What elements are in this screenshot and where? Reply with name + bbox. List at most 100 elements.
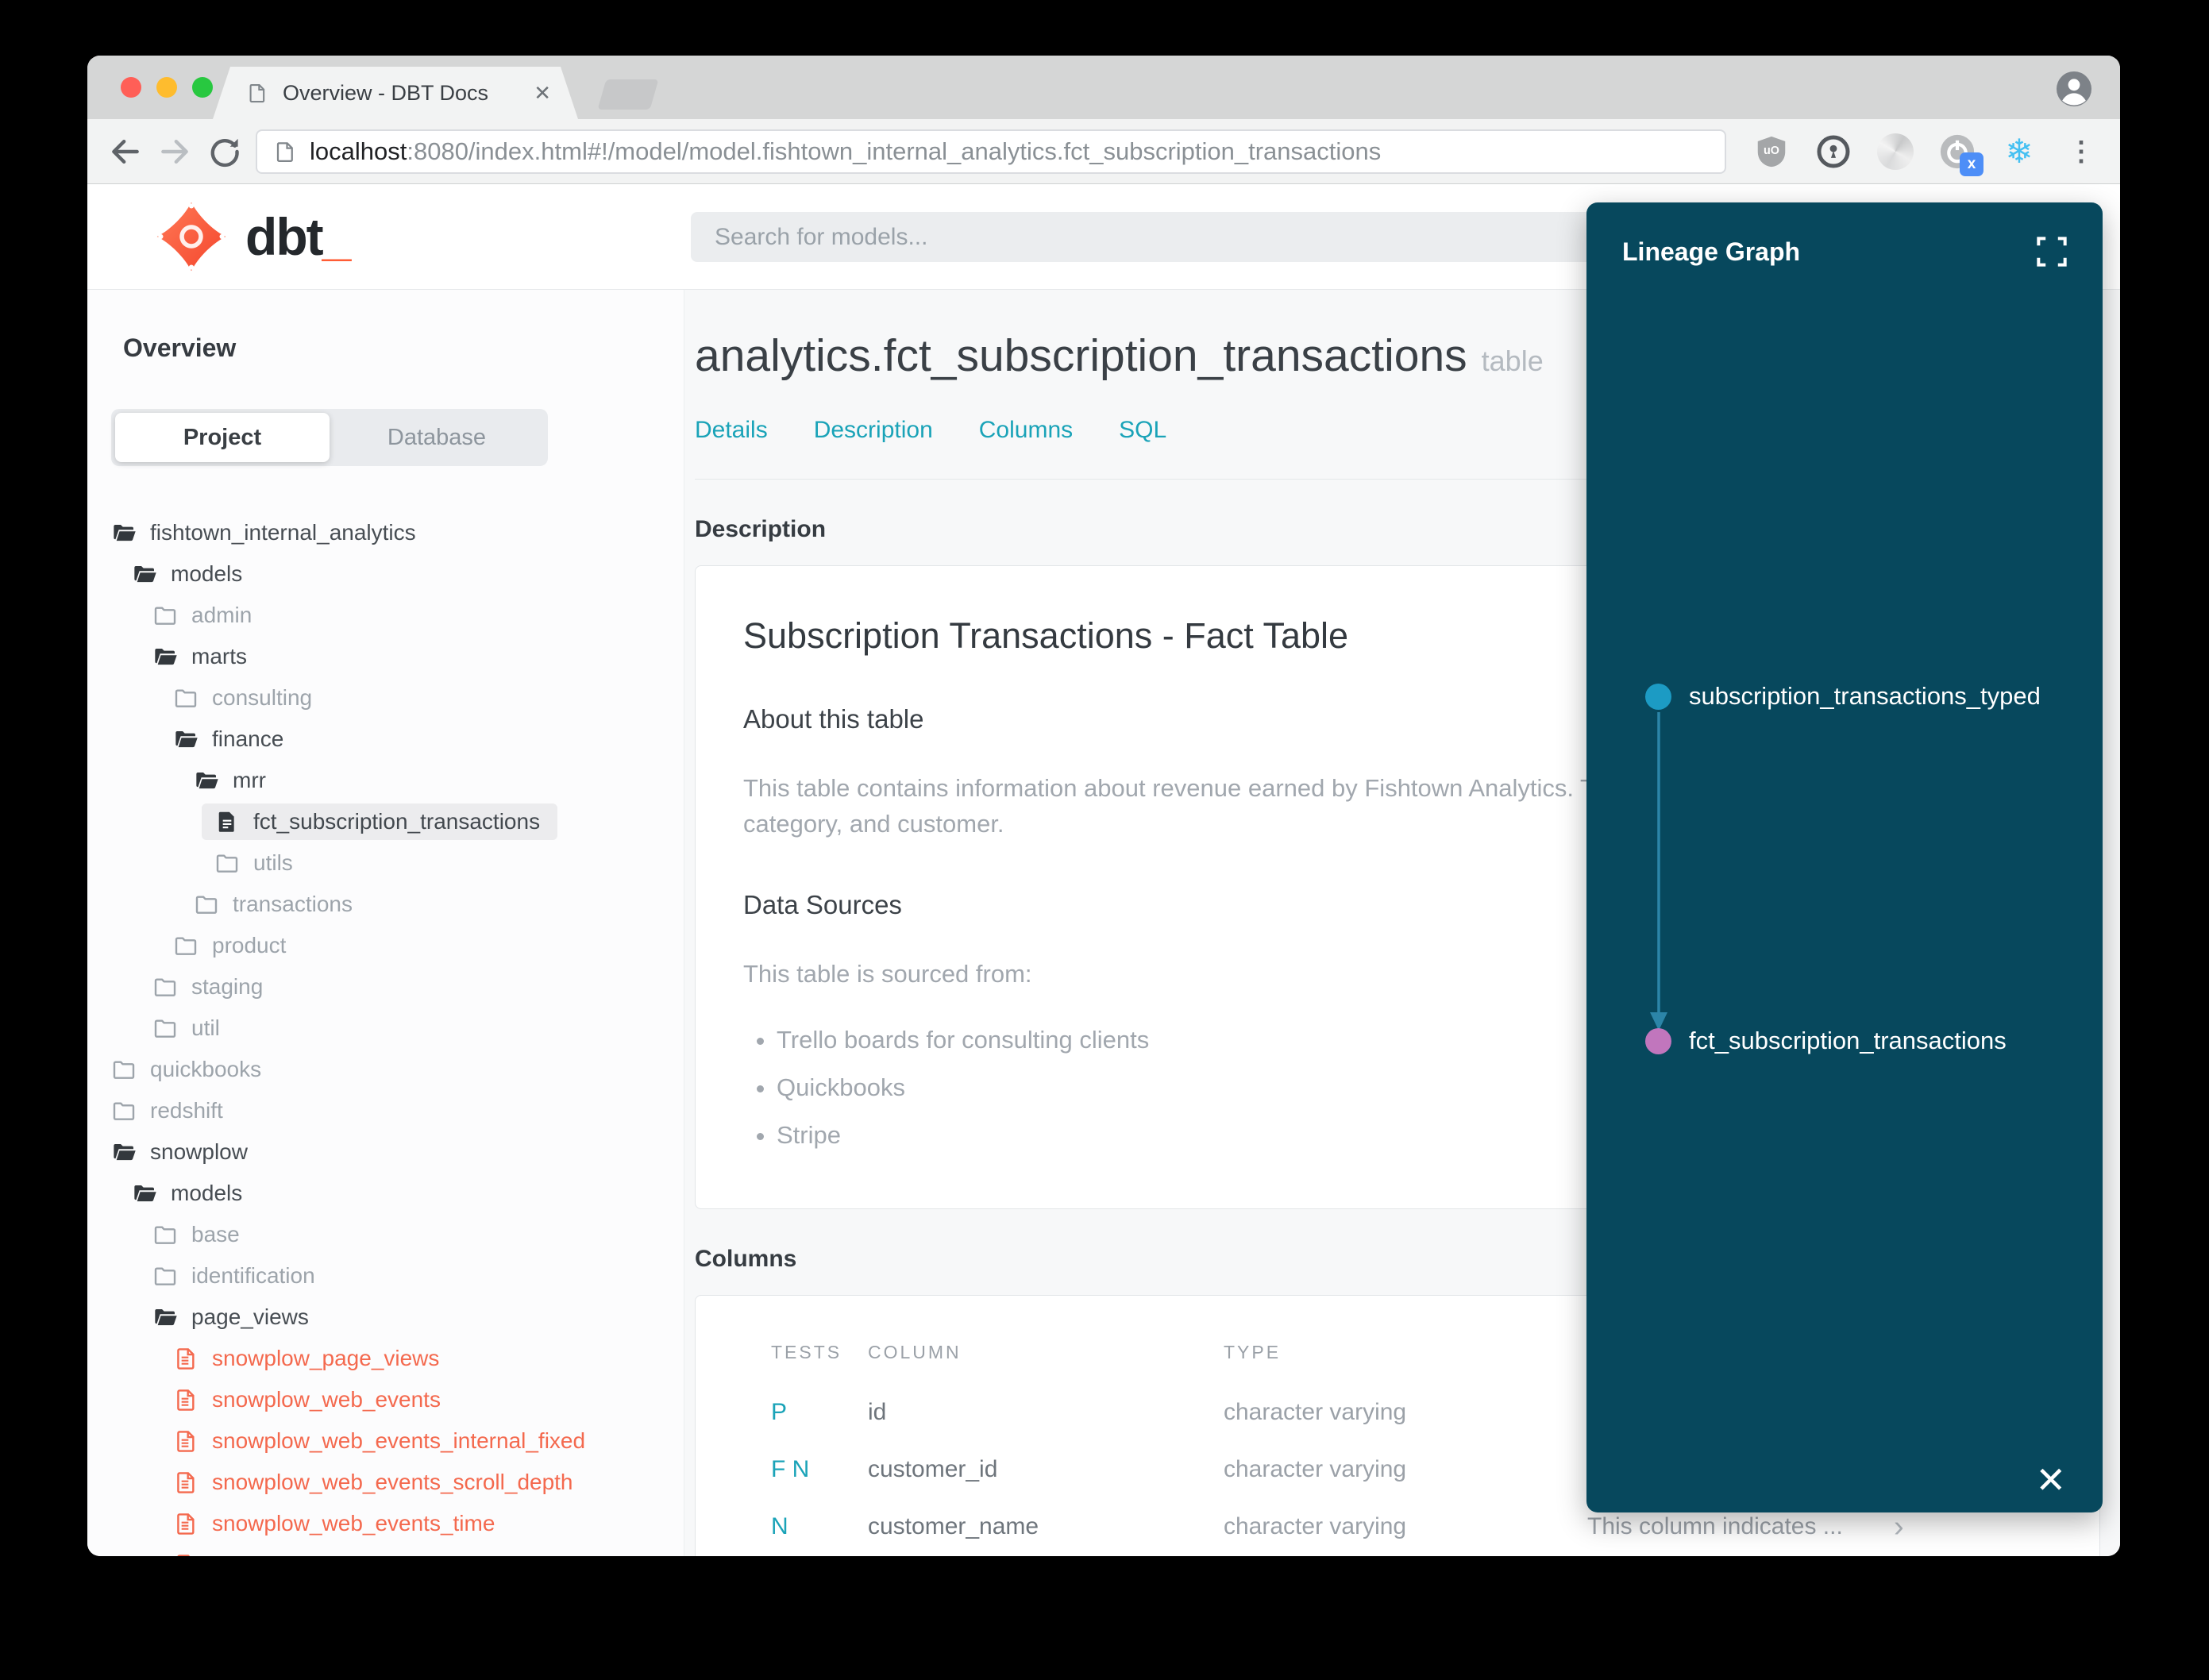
- tree-item-label: snowplow_web_events_time: [212, 1511, 495, 1536]
- tree-item-label: redshift: [150, 1098, 223, 1123]
- tree-item-quickbooks[interactable]: quickbooks: [87, 1049, 684, 1090]
- browser-window: Overview - DBT Docs ✕ localhost:8080/ind…: [87, 56, 2120, 1556]
- minimize-window-button[interactable]: [156, 77, 177, 98]
- tab-columns[interactable]: Columns: [979, 417, 1073, 444]
- tree-item-snowplow_web_events[interactable]: snowplow_web_events: [87, 1379, 684, 1420]
- back-icon[interactable]: [108, 134, 143, 169]
- close-window-button[interactable]: [121, 77, 141, 98]
- folder-open-icon: [134, 566, 156, 583]
- tree-item-utils[interactable]: utils: [87, 842, 684, 884]
- column-type: character varying: [1224, 1455, 1407, 1482]
- address-bar[interactable]: localhost:8080/index.html#!/model/model.…: [256, 129, 1726, 174]
- tree-item-marts[interactable]: marts: [87, 636, 684, 677]
- forward-icon[interactable]: [157, 134, 192, 169]
- tree-item-models[interactable]: models: [87, 1173, 684, 1214]
- tree-item-label: fishtown_internal_analytics: [150, 520, 416, 545]
- tree-item-staging[interactable]: staging: [87, 966, 684, 1008]
- tree-item-identification[interactable]: identification: [87, 1255, 684, 1297]
- tree-item-snowplow_page_views[interactable]: snowplow_page_views: [87, 1338, 684, 1379]
- fullscreen-icon[interactable]: [2036, 236, 2068, 268]
- tree-item-page_views[interactable]: page_views: [87, 1297, 684, 1338]
- tree-item-label: models: [171, 561, 243, 586]
- dbt-logo-icon[interactable]: [155, 200, 228, 273]
- tab-close-icon[interactable]: ✕: [534, 81, 551, 106]
- browser-profile-avatar[interactable]: [2055, 70, 2093, 108]
- tree-item-snowplow_web_events_time[interactable]: snowplow_web_events_time: [87, 1503, 684, 1544]
- table-row-category[interactable]: Ncategorycharacter varyingThis column in…: [771, 1555, 2068, 1556]
- tree-item-label: snowplow_web_events_internal_fixed: [212, 1428, 586, 1453]
- folder-icon: [195, 896, 218, 914]
- snowflake-extension-icon[interactable]: ❄: [2001, 133, 2037, 170]
- tree-item-label: snowplow_web_events_scroll_depth: [212, 1470, 573, 1494]
- tab-details[interactable]: Details: [695, 417, 768, 444]
- lineage-node-label: subscription_transactions_typed: [1689, 682, 2041, 710]
- tree-item-util[interactable]: util: [87, 1008, 684, 1049]
- title-suffix: table: [1481, 345, 1544, 377]
- power-extension-badge: x: [1960, 152, 1983, 176]
- tree-item-snowplow_web_events_scroll_depth[interactable]: snowplow_web_events_scroll_depth: [87, 1462, 684, 1503]
- tree-item-finance[interactable]: finance: [87, 719, 684, 760]
- tree-item-transactions[interactable]: transactions: [87, 884, 684, 925]
- tree-item-snowplow[interactable]: snowplow: [87, 1131, 684, 1173]
- lineage-graph-title: Lineage Graph: [1622, 237, 1801, 266]
- file-icon: [177, 1555, 191, 1556]
- tree-item-label: mrr: [233, 768, 266, 792]
- svg-text:uO: uO: [1764, 144, 1779, 157]
- tree-item-snowplow_web_events_internal_fixed[interactable]: snowplow_web_events_internal_fixed: [87, 1420, 684, 1462]
- tree-item-consulting[interactable]: consulting: [87, 677, 684, 719]
- lineage-node-model[interactable]: fct_subscription_transactions: [1645, 1022, 2007, 1060]
- page-favicon-icon: [246, 82, 268, 104]
- tree-item-base[interactable]: base: [87, 1214, 684, 1255]
- file-icon: [177, 1472, 195, 1493]
- tree-item-mrr[interactable]: mrr: [87, 760, 684, 801]
- ublock-shield-icon[interactable]: uO: [1753, 133, 1790, 170]
- power-extension-icon[interactable]: x: [1939, 133, 1983, 176]
- reload-icon[interactable]: [206, 134, 241, 169]
- tree-item-redshift[interactable]: redshift: [87, 1090, 684, 1131]
- lineage-node-source[interactable]: subscription_transactions_typed: [1645, 677, 2041, 715]
- browser-menu-icon[interactable]: ⋮: [2063, 133, 2099, 170]
- column-name: id: [868, 1398, 887, 1425]
- tab-sql[interactable]: SQL: [1119, 417, 1166, 444]
- tree-item-fishtown_internal_analytics[interactable]: fishtown_internal_analytics: [87, 512, 684, 553]
- tree-item-label: transactions: [233, 892, 353, 916]
- browser-tab[interactable]: Overview - DBT Docs ✕: [213, 67, 578, 119]
- lineage-graph-panel: Lineage Graph subscription_transactions_…: [1586, 202, 2103, 1512]
- tree-item-admin[interactable]: admin: [87, 595, 684, 636]
- folder-open-icon: [196, 773, 218, 789]
- tree-item-product[interactable]: product: [87, 925, 684, 966]
- column-name: customer_id: [868, 1455, 998, 1482]
- password-manager-icon[interactable]: [1815, 133, 1852, 170]
- maximize-window-button[interactable]: [192, 77, 213, 98]
- folder-open-icon: [155, 649, 177, 665]
- tree-item-label: snowplow: [150, 1139, 248, 1164]
- url-text: localhost:8080/index.html#!/model/model.…: [310, 137, 1381, 166]
- folder-open-icon: [155, 1309, 177, 1326]
- tab-project[interactable]: Project: [115, 413, 330, 462]
- expand-row-chevron-icon[interactable]: ›: [1894, 1512, 1904, 1542]
- search-input[interactable]: [691, 212, 1723, 262]
- file-icon: [177, 1389, 195, 1411]
- tab-title: Overview - DBT Docs: [283, 80, 489, 105]
- lineage-close-icon[interactable]: ✕: [2035, 1458, 2066, 1501]
- folder-icon: [154, 978, 176, 996]
- tree-item-fct_subscription_transactions[interactable]: fct_subscription_transactions: [87, 801, 684, 842]
- window-controls[interactable]: [121, 77, 213, 98]
- column-type: character varying: [1224, 1512, 1407, 1539]
- swirl-extension-icon[interactable]: [1877, 133, 1914, 170]
- file-icon: [177, 1348, 195, 1370]
- sidebar: Overview Project Database fishtown_inter…: [87, 290, 684, 1556]
- tree-item-label: snowplow_web_events: [212, 1387, 441, 1412]
- lineage-node-dot-0: [1645, 683, 1671, 710]
- tree-item-snowplow_web_page_context[interactable]: snowplow_web_page_context: [87, 1544, 684, 1556]
- folder-icon: [154, 1019, 176, 1038]
- tree-item-label: product: [212, 933, 287, 958]
- tab-description[interactable]: Description: [814, 417, 933, 444]
- tab-database[interactable]: Database: [330, 413, 544, 462]
- tree-item-label: identification: [191, 1263, 315, 1288]
- url-host: localhost: [310, 137, 407, 165]
- new-tab-button[interactable]: [597, 79, 659, 110]
- tree-item-models[interactable]: models: [87, 553, 684, 595]
- tree-item-label: consulting: [212, 685, 313, 710]
- source-toggle: Project Database: [111, 409, 548, 466]
